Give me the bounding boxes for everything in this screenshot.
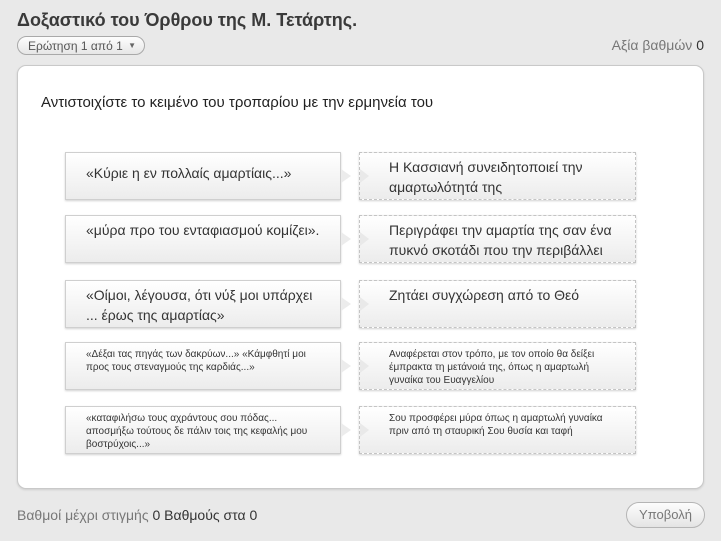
chevron-down-icon: ▼ bbox=[128, 41, 136, 50]
question-selector-label: Ερώτηση 1 από 1 bbox=[28, 39, 123, 53]
points-label: Αξία βαθμών bbox=[611, 37, 693, 53]
match-target-text: Ζητάει συγχώρεση από το Θεό bbox=[389, 287, 580, 303]
submit-button[interactable]: Υποβολή bbox=[626, 502, 705, 528]
match-source-3[interactable]: «Οίμοι, λέγουσα, ότι νύξ μοι υπάρχει ...… bbox=[65, 280, 351, 328]
match-target-4[interactable]: Αναφέρεται στον τρόπο, με τον οποίο θα δ… bbox=[359, 342, 636, 390]
points-value: Αξία βαθμών 0 bbox=[612, 37, 704, 53]
match-source-text: «καταφιλήσω τους αχράντους σου πόδας... … bbox=[86, 413, 308, 450]
match-target-5[interactable]: Σου προσφέρει μύρα όπως η αμαρτωλή γυναί… bbox=[359, 406, 636, 454]
match-source-2[interactable]: «μύρα προ του ενταφιασμού κομίζει». bbox=[65, 215, 351, 263]
match-target-3[interactable]: Ζητάει συγχώρεση από το Θεό bbox=[359, 280, 636, 328]
match-target-text: Αναφέρεται στον τρόπο, με τον οποίο θα δ… bbox=[389, 349, 595, 386]
points-number: 0 bbox=[696, 37, 704, 53]
match-target-2[interactable]: Περιγράφει την αμαρτία της σαν ένα πυκνό… bbox=[359, 215, 636, 263]
match-target-text: Σου προσφέρει μύρα όπως η αμαρτωλή γυναί… bbox=[389, 413, 603, 437]
question-card: Αντιστοιχίστε το κειμένο του τροπαρίου μ… bbox=[17, 65, 704, 489]
match-source-text: «Κύριε η εν πολλαίς αμαρτίαις...» bbox=[86, 165, 292, 181]
match-source-text: «Οίμοι, λέγουσα, ότι νύξ μοι υπάρχει ...… bbox=[86, 287, 313, 323]
match-source-5[interactable]: «καταφιλήσω τους αχράντους σου πόδας... … bbox=[65, 406, 351, 454]
match-source-1[interactable]: «Κύριε η εν πολλαίς αμαρτίαις...» bbox=[65, 152, 351, 200]
page-title: Δοξαστικό του Όρθρου της Μ. Τετάρτης. bbox=[17, 10, 358, 30]
score-summary: Βαθμοί μέχρι στιγμής 0 Βαθμούς στα 0 bbox=[17, 507, 257, 523]
score-label: Βαθμοί μέχρι στιγμής bbox=[17, 507, 149, 523]
match-target-text: Η Κασσιανή συνειδητοποιεί την αμαρτωλότη… bbox=[389, 159, 583, 195]
match-target-1[interactable]: Η Κασσιανή συνειδητοποιεί την αμαρτωλότη… bbox=[359, 152, 636, 200]
match-source-text: «Δέξαι τας πηγάς των δακρύων...» «Κάμφθη… bbox=[86, 349, 306, 373]
question-instruction: Αντιστοιχίστε το κειμένο του τροπαρίου μ… bbox=[41, 94, 434, 111]
score-value: 0 Βαθμούς στα 0 bbox=[152, 507, 258, 523]
match-target-text: Περιγράφει την αμαρτία της σαν ένα πυκνό… bbox=[389, 222, 612, 258]
match-source-text: «μύρα προ του ενταφιασμού κομίζει». bbox=[86, 222, 320, 238]
question-selector[interactable]: Ερώτηση 1 από 1 ▼ bbox=[17, 36, 145, 55]
match-source-4[interactable]: «Δέξαι τας πηγάς των δακρύων...» «Κάμφθη… bbox=[65, 342, 351, 390]
